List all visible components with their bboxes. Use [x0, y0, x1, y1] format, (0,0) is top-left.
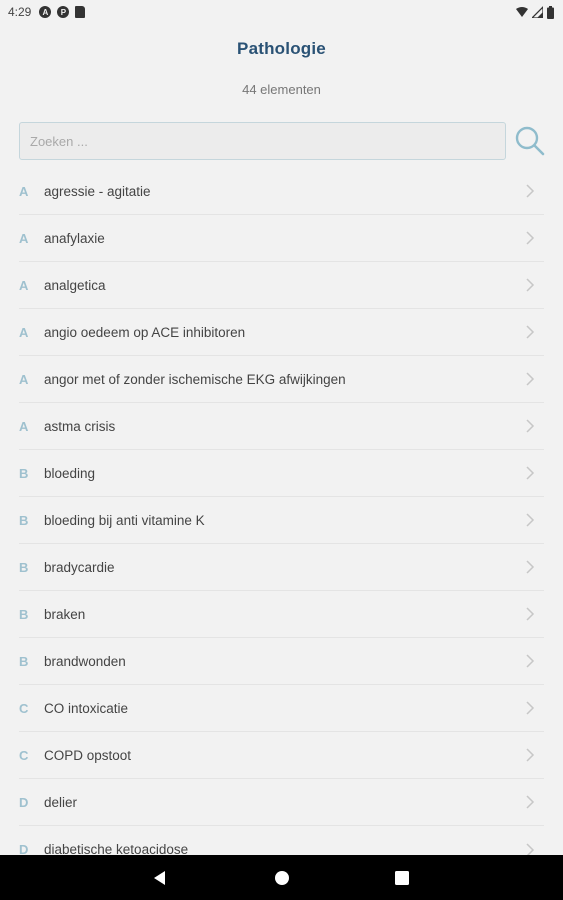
list-item-label: agressie - agitatie [44, 183, 151, 199]
list-item[interactable]: B bradycardie [19, 544, 544, 591]
list-item[interactable]: A angor met of zonder ischemische EKG af… [19, 356, 544, 403]
list-item-letter: B [19, 465, 29, 481]
search-button[interactable] [514, 125, 546, 157]
list-item[interactable]: B braken [19, 591, 544, 638]
chevron-right-icon [526, 466, 535, 480]
list-item-letter: D [19, 842, 29, 855]
status-bar: 4:29 A P [0, 0, 563, 24]
list-item[interactable]: D delier [19, 779, 544, 826]
list-item[interactable]: D diabetische ketoacidose [19, 826, 544, 855]
chevron-right-icon [526, 184, 535, 198]
pathology-list: A agressie - agitatie A anafylaxie A ana… [0, 168, 563, 855]
chevron-right-icon [526, 654, 535, 668]
list-item[interactable]: B bloeding bij anti vitamine K [19, 497, 544, 544]
list-item-letter: B [19, 653, 29, 669]
list-item-letter: C [19, 700, 29, 716]
status-left: 4:29 A P [8, 5, 86, 19]
chevron-right-icon [526, 513, 535, 527]
notification-p-icon: P [57, 6, 70, 18]
list-item-label: bradycardie [44, 559, 115, 575]
list-item-letter: A [19, 183, 29, 199]
list-item[interactable]: A analgetica [19, 262, 544, 309]
chevron-right-icon [526, 795, 535, 809]
list-item[interactable]: C COPD opstoot [19, 732, 544, 779]
chevron-right-icon [526, 560, 535, 574]
chevron-right-icon [526, 842, 535, 855]
wifi-icon [516, 7, 528, 17]
battery-icon [547, 5, 554, 19]
list-item-letter: C [19, 747, 29, 763]
list-item-letter: B [19, 512, 29, 528]
list-item-letter: B [19, 559, 29, 575]
list-item-letter: B [19, 606, 29, 622]
sd-card-icon [75, 6, 86, 18]
list-item-letter: A [19, 324, 29, 340]
notification-a-icon: A [39, 6, 52, 18]
list-item-label: brandwonden [44, 653, 126, 669]
list-item-letter: A [19, 277, 29, 293]
list-item-label: analgetica [44, 277, 106, 293]
search-input[interactable] [19, 122, 506, 160]
list-item[interactable]: B brandwonden [19, 638, 544, 685]
list-item-label: bloeding bij anti vitamine K [44, 512, 205, 528]
list-item-label: braken [44, 606, 86, 622]
list-item[interactable]: A anafylaxie [19, 215, 544, 262]
list-item-letter: A [19, 418, 29, 434]
list-item-label: angio oedeem op ACE inhibitoren [44, 324, 246, 340]
back-icon[interactable] [150, 868, 170, 888]
status-time: 4:29 [8, 5, 32, 19]
chevron-right-icon [526, 748, 535, 762]
system-nav-bar [0, 855, 563, 900]
chevron-right-icon [526, 419, 535, 433]
list-item-label: anafylaxie [44, 230, 105, 246]
chevron-right-icon [526, 701, 535, 715]
search-icon [515, 126, 545, 156]
item-count: 44 elementen [242, 82, 321, 97]
list-item[interactable]: C CO intoxicatie [19, 685, 544, 732]
list-item-label: angor met of zonder ischemische EKG afwi… [44, 371, 346, 387]
list-item-label: CO intoxicatie [44, 700, 129, 716]
home-icon[interactable] [272, 868, 292, 888]
list-item-label: COPD opstoot [44, 747, 132, 763]
chevron-right-icon [526, 372, 535, 386]
list-item[interactable]: A agressie - agitatie [19, 168, 544, 215]
search-bar [19, 122, 547, 160]
page-title: Pathologie [237, 39, 326, 58]
list-item-label: diabetische ketoacidose [44, 842, 189, 855]
list-item-label: astma crisis [44, 418, 116, 434]
status-right [516, 5, 554, 19]
list-item[interactable]: B bloeding [19, 450, 544, 497]
list-item[interactable]: A angio oedeem op ACE inhibitoren [19, 309, 544, 356]
list-item-label: bloeding [44, 465, 96, 481]
chevron-right-icon [526, 325, 535, 339]
list-item-letter: A [19, 230, 29, 246]
chevron-right-icon [526, 278, 535, 292]
list-item-letter: A [19, 371, 29, 387]
chevron-right-icon [526, 607, 535, 621]
list-item[interactable]: A astma crisis [19, 403, 544, 450]
recents-icon[interactable] [392, 868, 412, 888]
list-item-letter: D [19, 794, 29, 810]
list-item-label: delier [44, 794, 78, 810]
chevron-right-icon [526, 231, 535, 245]
signal-icon [532, 6, 543, 18]
